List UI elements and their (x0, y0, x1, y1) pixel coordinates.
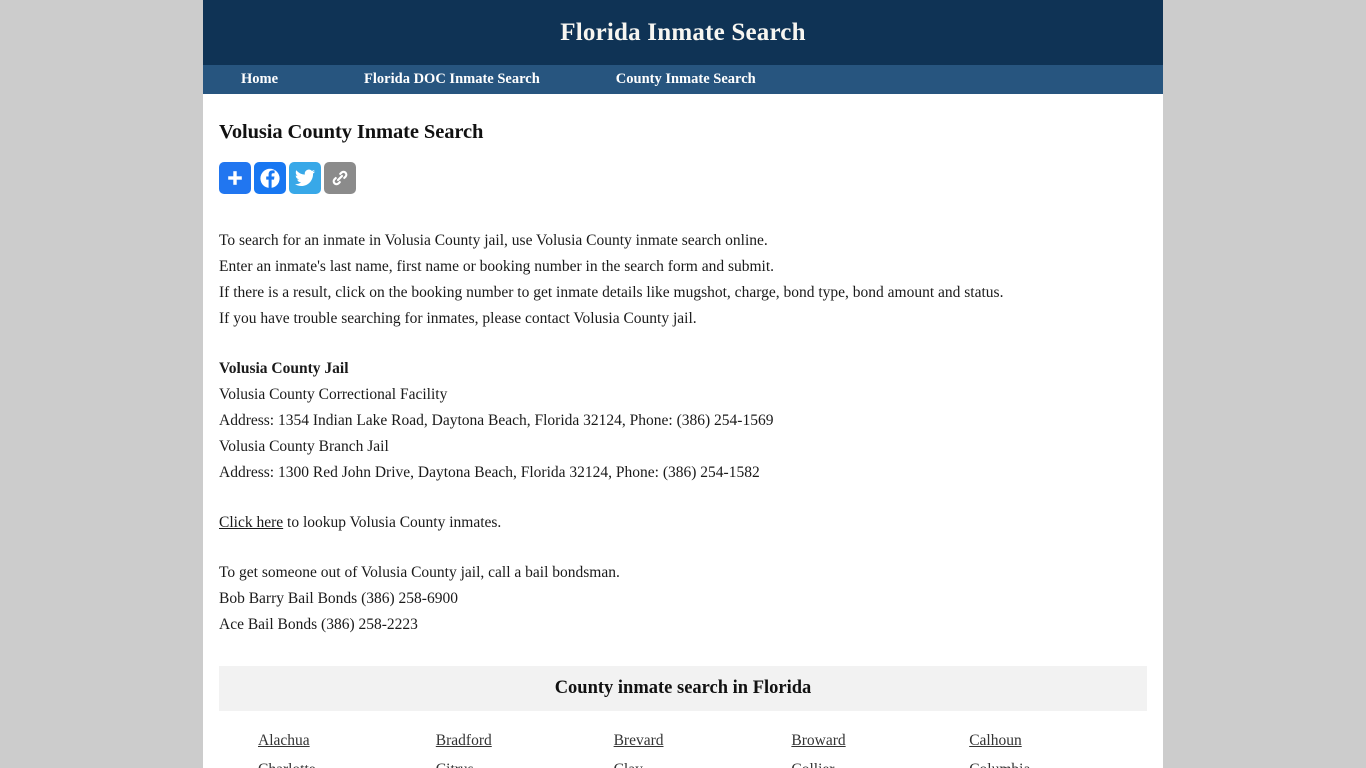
county-cell: Broward (791, 729, 969, 753)
county-cell: Alachua (258, 729, 436, 753)
nav-item-county-inmate-search[interactable]: County Inmate Search (616, 71, 756, 88)
plus-icon (225, 168, 245, 188)
county-cell: Citrus (436, 758, 614, 768)
facebook-share-button[interactable] (254, 162, 286, 194)
county-table-title: County inmate search in Florida (554, 678, 812, 698)
county-link-broward[interactable]: Broward (791, 732, 845, 749)
page-title: Volusia County Inmate Search (219, 121, 484, 143)
county-link-columbia[interactable]: Columbia (969, 761, 1030, 768)
bail-line-1: To get someone out of Volusia County jai… (219, 564, 620, 581)
facility-1-address: Address: 1354 Indian Lake Road, Daytona … (219, 412, 774, 429)
intro-line-2: Enter an inmate's last name, first name … (219, 258, 775, 275)
site-header: Florida Inmate Search (203, 0, 1163, 65)
site-title: Florida Inmate Search (560, 18, 806, 46)
nav-item-florida-doc-inmate-search[interactable]: Florida DOC Inmate Search (364, 71, 540, 88)
copy-link-button[interactable] (324, 162, 356, 194)
twitter-share-button[interactable] (289, 162, 321, 194)
county-link-calhoun[interactable]: Calhoun (969, 732, 1022, 749)
link-icon (330, 168, 350, 188)
intro-line-1: To search for an inmate in Volusia Count… (219, 232, 768, 249)
county-link-brevard[interactable]: Brevard (614, 732, 664, 749)
facility-2-address: Address: 1300 Red John Drive, Daytona Be… (219, 464, 760, 481)
county-cell: Charlotte (258, 758, 436, 768)
county-link-citrus[interactable]: Citrus (436, 761, 474, 768)
bail-line-3: Ace Bail Bonds (386) 258-2223 (219, 616, 418, 633)
main-navigation: Home Florida DOC Inmate Search County In… (203, 65, 1163, 94)
twitter-icon (294, 167, 316, 189)
county-table-header: County inmate search in Florida (219, 666, 1147, 711)
county-link-clay[interactable]: Clay (614, 761, 643, 768)
facility-1-name: Volusia County Correctional Facility (219, 386, 448, 403)
facility-2-name: Volusia County Branch Jail (219, 438, 389, 455)
county-search-table: County inmate search in Florida Alachua … (219, 666, 1147, 768)
page-container: Florida Inmate Search Home Florida DOC I… (203, 0, 1163, 768)
lookup-rest-text: to lookup Volusia County inmates. (283, 514, 502, 531)
county-cell: Columbia (969, 758, 1147, 768)
jail-title: Volusia County Jail (219, 360, 349, 377)
bail-bonds-block: To get someone out of Volusia County jai… (219, 560, 1147, 638)
click-here-link[interactable]: Click here (219, 514, 283, 531)
county-link-alachua[interactable]: Alachua (258, 732, 310, 749)
county-link-collier[interactable]: Collier (791, 761, 834, 768)
county-cell: Brevard (614, 729, 792, 753)
county-cell: Calhoun (969, 729, 1147, 753)
nav-item-home[interactable]: Home (241, 71, 278, 88)
bail-line-2: Bob Barry Bail Bonds (386) 258-6900 (219, 590, 458, 607)
intro-paragraph: To search for an inmate in Volusia Count… (219, 228, 1147, 332)
county-links-grid: Alachua Bradford Brevard Broward Calhoun… (219, 711, 1147, 768)
county-link-bradford[interactable]: Bradford (436, 732, 492, 749)
county-link-charlotte[interactable]: Charlotte (258, 761, 316, 768)
county-cell: Bradford (436, 729, 614, 753)
county-cell: Clay (614, 758, 792, 768)
addthis-share-button[interactable] (219, 162, 251, 194)
lookup-line: Click here to lookup Volusia County inma… (219, 510, 1147, 536)
county-cell: Collier (791, 758, 969, 768)
facebook-icon (258, 166, 282, 190)
share-button-row (219, 162, 1147, 194)
main-content: Volusia County Inmate Search To search f… (203, 94, 1163, 768)
jail-info-block: Volusia County Jail Volusia County Corre… (219, 356, 1147, 486)
intro-line-4: If you have trouble searching for inmate… (219, 310, 697, 327)
intro-line-3: If there is a result, click on the booki… (219, 284, 1004, 301)
